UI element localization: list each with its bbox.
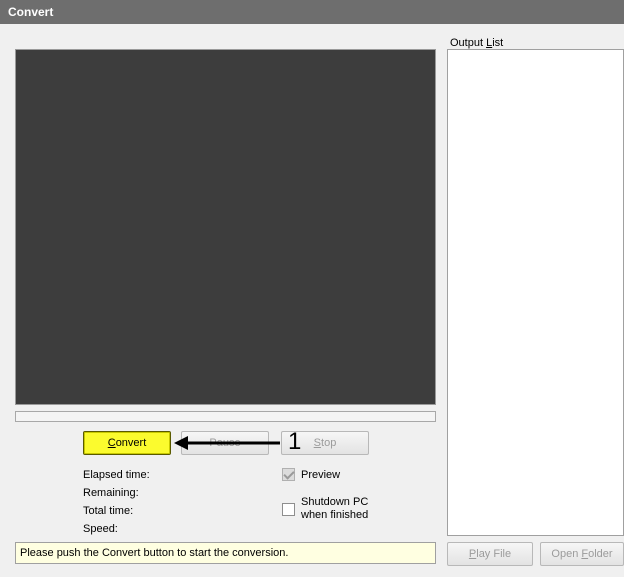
preview-checkbox-label: Preview <box>301 469 341 481</box>
conversion-progress-bar <box>15 411 436 422</box>
play-file-label: lay File <box>476 548 512 560</box>
shutdown-pc-checkbox[interactable] <box>282 503 295 516</box>
convert-button-mnemonic: C <box>107 437 116 449</box>
output-list-label: Output List <box>450 37 503 49</box>
speed-label: Speed: <box>83 523 118 535</box>
total-time-label: Total time: <box>83 505 134 517</box>
annotation-arrow-icon <box>174 436 280 450</box>
status-message: Please push the Convert button to start … <box>15 542 436 564</box>
play-file-button[interactable]: Play File <box>447 542 533 566</box>
shutdown-pc-label-line2: when finished <box>301 509 369 521</box>
convert-button-label: onvert <box>115 437 147 449</box>
output-list[interactable] <box>447 49 624 536</box>
preview-checkbox[interactable] <box>282 468 295 481</box>
convert-button[interactable]: Convert <box>83 431 171 455</box>
stop-button-label: top <box>321 437 337 449</box>
open-folder-button[interactable]: Open Folder <box>540 542 624 566</box>
output-list-label-rest: ist <box>492 37 504 49</box>
stop-button-mnemonic: S <box>313 437 322 449</box>
window-title: Convert <box>0 0 624 24</box>
open-folder-label-rest: older <box>588 548 613 560</box>
open-folder-label-prefix: Open <box>551 548 582 560</box>
elapsed-time-label: Elapsed time: <box>83 469 150 481</box>
annotation-number: 1 <box>288 428 302 455</box>
remaining-label: Remaining: <box>83 487 139 499</box>
output-list-label-prefix: Output <box>450 37 487 49</box>
video-preview-area <box>15 49 436 405</box>
shutdown-pc-label-line1: Shutdown PC <box>301 496 369 508</box>
